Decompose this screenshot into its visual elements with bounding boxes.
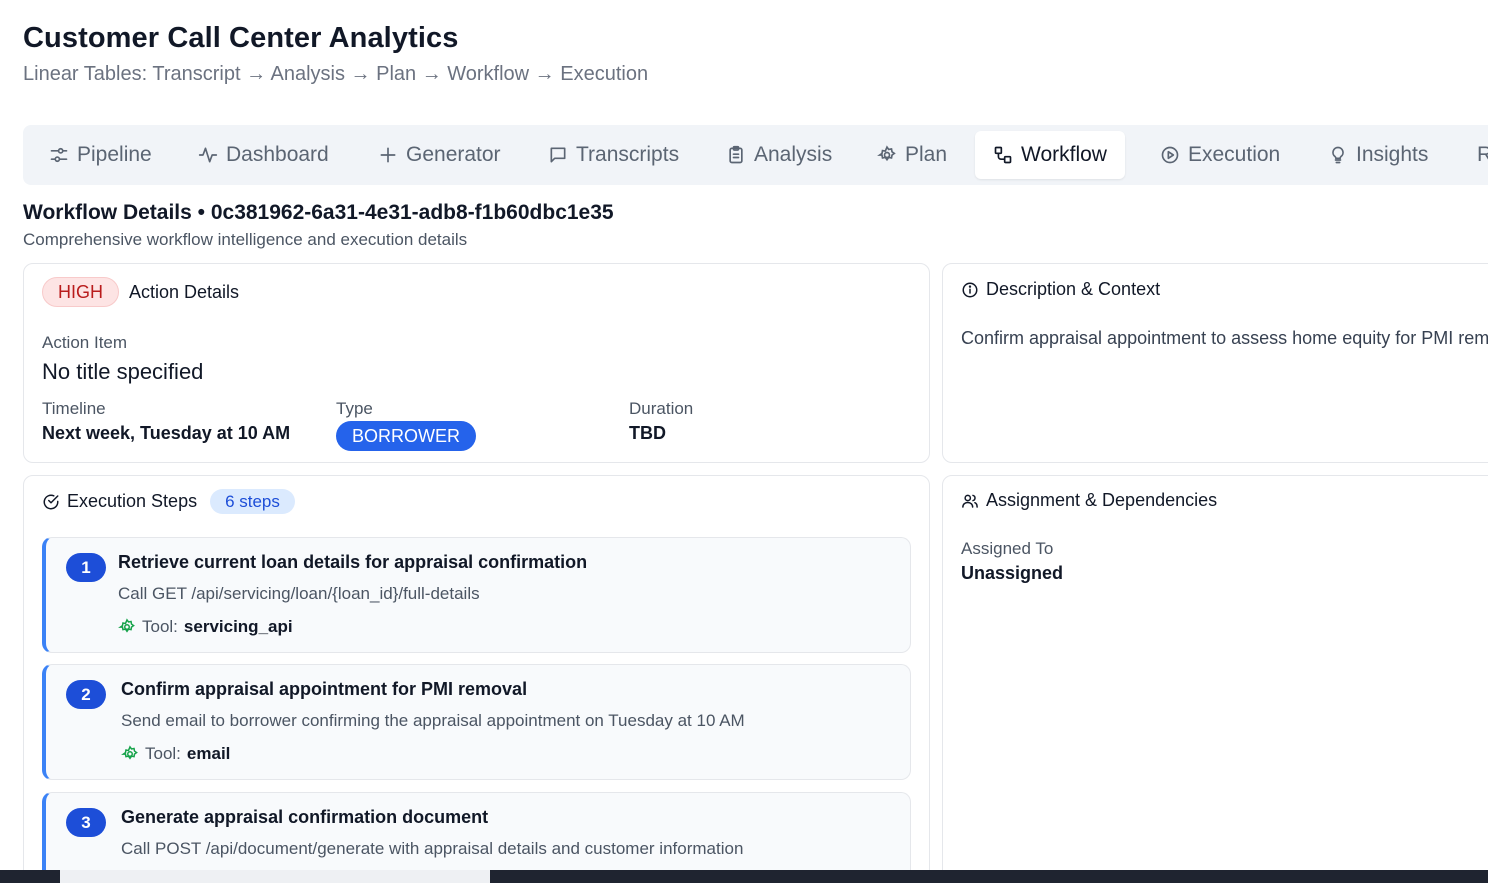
step-title: Retrieve current loan details for apprai… — [118, 552, 588, 572]
execution-steps-card: Execution Steps 6 steps 1 Retrieve curre… — [23, 475, 930, 883]
tab-bar: Pipeline Dashboard Generator Transcripts… — [23, 125, 1488, 185]
tab-execution[interactable]: Execution — [1142, 131, 1298, 179]
step-description: Call GET /api/servicing/loan/{loan_id}/f… — [118, 584, 480, 603]
description-header: Description & Context — [961, 279, 1160, 300]
tab-label: Insights — [1356, 143, 1429, 166]
app-title: Customer Call Center Analytics — [23, 22, 459, 54]
tab-label: Workflow — [1021, 143, 1107, 166]
tab-pipeline[interactable]: Pipeline — [31, 131, 170, 179]
step-card[interactable]: 1 Retrieve current loan details for appr… — [42, 537, 911, 653]
taskbar-window[interactable] — [60, 870, 490, 883]
step-number: 1 — [66, 553, 106, 582]
timeline-label: Timeline — [42, 399, 106, 418]
tab-dashboard[interactable]: Dashboard — [180, 131, 347, 179]
steps-count-badge: 6 steps — [210, 489, 295, 514]
workflow-title: Workflow Details • 0c381962-6a31-4e31-ad… — [23, 201, 614, 224]
step-number: 3 — [66, 808, 106, 837]
execution-steps-heading: Execution Steps — [67, 491, 198, 511]
step-tool: Tool: servicing_api — [118, 617, 293, 637]
action-item-label: Action Item — [42, 333, 128, 352]
tab-truncated[interactable]: R — [1459, 131, 1488, 179]
action-item-value: No title specified — [42, 359, 204, 384]
type-label: Type — [336, 399, 373, 418]
gear-icon — [118, 618, 135, 633]
tab-label: Execution — [1188, 143, 1281, 166]
step-description: Send email to borrower confirming the ap… — [121, 711, 745, 730]
tab-label: Pipeline — [77, 143, 152, 166]
sliders-icon — [50, 147, 68, 163]
tab-label: R — [1477, 143, 1488, 166]
action-details-heading: Action Details — [129, 282, 240, 302]
assigned-to-label: Assigned To — [961, 539, 1054, 558]
execution-steps-header: Execution Steps 6 steps — [42, 489, 295, 514]
tab-analysis[interactable]: Analysis — [708, 131, 850, 179]
app-subtitle: Linear Tables: Transcript → Analysis → P… — [23, 63, 649, 85]
tab-label: Transcripts — [576, 143, 680, 166]
step-title: Generate appraisal confirmation document — [121, 807, 489, 827]
tab-plan[interactable]: Plan — [859, 131, 965, 179]
action-details-card: HIGH Action Details Action Item No title… — [23, 263, 930, 463]
step-description: Call POST /api/document/generate with ap… — [121, 839, 744, 858]
step-number: 2 — [66, 680, 106, 709]
priority-badge: HIGH — [42, 277, 119, 307]
assigned-to-value: Unassigned — [961, 563, 1064, 583]
play-circle-icon — [1161, 146, 1179, 164]
assignment-heading: Assignment & Dependencies — [986, 490, 1218, 510]
message-square-icon — [550, 147, 566, 163]
tab-label: Dashboard — [226, 143, 329, 166]
description-card: Description & Context Confirm appraisal … — [942, 263, 1488, 463]
tab-label: Plan — [905, 143, 948, 166]
tool-label: Tool: — [142, 617, 178, 636]
assignment-header: Assignment & Dependencies — [961, 490, 1217, 511]
timeline-value: Next week, Tuesday at 10 AM — [42, 423, 291, 443]
lightbulb-icon — [1332, 146, 1344, 164]
tab-label: Generator — [406, 143, 501, 166]
description-text: Confirm appraisal appointment to assess … — [961, 328, 1488, 348]
step-tool: Tool: email — [121, 744, 230, 764]
tab-insights[interactable]: Insights — [1310, 131, 1446, 179]
tab-generator[interactable]: Generator — [360, 131, 519, 179]
gear-icon — [121, 745, 138, 760]
check-circle-icon — [43, 494, 59, 509]
tab-workflow[interactable]: Workflow — [975, 131, 1125, 179]
info-icon — [962, 282, 978, 297]
os-taskbar — [0, 870, 1488, 883]
tool-label: Tool: — [145, 744, 181, 763]
step-card[interactable]: 2 Confirm appraisal appointment for PMI … — [42, 664, 911, 780]
gear-icon — [877, 145, 896, 162]
description-heading: Description & Context — [986, 279, 1161, 299]
tab-transcripts[interactable]: Transcripts — [530, 131, 697, 179]
activity-icon — [198, 147, 218, 163]
tool-name: email — [186, 744, 231, 763]
step-title: Confirm appraisal appointment for PMI re… — [121, 679, 528, 699]
duration-label: Duration — [629, 399, 694, 418]
workflow-subtitle: Comprehensive workflow intelligence and … — [23, 230, 468, 249]
tool-name: servicing_api — [183, 617, 293, 636]
users-icon — [962, 494, 978, 508]
assignment-card: Assignment & Dependencies Assigned To Un… — [942, 475, 1488, 883]
workflow-icon — [994, 146, 1012, 164]
clipboard-icon — [729, 145, 743, 164]
plus-icon — [380, 147, 396, 163]
duration-value: TBD — [629, 423, 666, 443]
type-badge: BORROWER — [336, 421, 476, 451]
tab-label: Analysis — [754, 143, 833, 166]
